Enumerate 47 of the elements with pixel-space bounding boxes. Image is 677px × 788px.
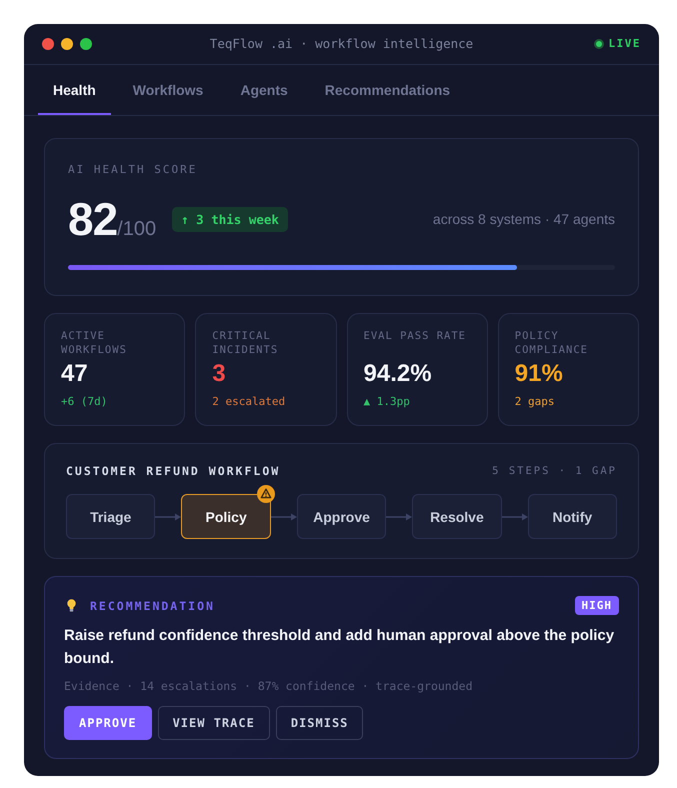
score-scale: /100 <box>117 218 156 241</box>
action-button[interactable]: VIEW TRACE <box>158 706 270 740</box>
status-dot-icon <box>594 38 604 49</box>
priority-badge: HIGH <box>574 596 619 615</box>
connector-arrow <box>502 512 528 520</box>
close-button[interactable] <box>42 38 54 50</box>
connector-arrow <box>270 512 297 520</box>
stat-value: 91% <box>514 359 564 389</box>
connector-arrow <box>155 512 182 520</box>
action-button[interactable]: DISMISS <box>276 706 364 740</box>
primary-action-button[interactable]: APPROVE <box>64 706 152 740</box>
workflow-step[interactable]: Policy <box>181 494 271 539</box>
stat-note: 2 escalated <box>212 395 286 408</box>
score-value: 82 <box>68 193 118 245</box>
workflow-step[interactable]: Resolve <box>412 494 502 539</box>
stat-label: CRITICAL INCIDENTS <box>212 329 280 357</box>
evidence-text: Evidence · 14 escalations · 87% confidence · trace-grounded <box>64 679 474 693</box>
stat-value: 3 <box>212 359 227 389</box>
stat-note: +6 (7d) <box>61 395 108 408</box>
stat-label: ACTIVE WORKFLOWS <box>61 329 128 357</box>
workflow-title: CUSTOMER REFUND WORKFLOW <box>66 464 280 478</box>
tab[interactable]: Workflows <box>118 64 218 115</box>
card-label: AI HEALTH SCORE <box>68 163 198 177</box>
window-title: TeqFlow .ai · workflow intelligence <box>210 36 474 52</box>
maximize-button[interactable] <box>80 38 92 50</box>
minimize-button[interactable] <box>61 38 73 50</box>
warning-icon <box>256 485 275 503</box>
connector-arrow <box>386 512 412 520</box>
stat-label: EVAL PASS RATE <box>364 329 468 344</box>
lightbulb-icon <box>67 599 76 612</box>
workflow-summary: 5 STEPS · 1 GAP <box>492 465 617 477</box>
tab[interactable]: Health <box>38 64 111 115</box>
recommendation-label: RECOMMENDATION <box>90 598 215 612</box>
tab[interactable]: Recommendations <box>310 64 466 115</box>
score-summary: across 8 systems · 47 agents <box>432 211 615 227</box>
recommendation-text: Raise refund confidence threshold and add human approval above the policy bound. <box>64 626 616 669</box>
workflow-step[interactable]: Notify <box>528 494 618 539</box>
stat-value: 47 <box>61 359 89 389</box>
trend-badge: ↑ 3 this week <box>172 206 288 232</box>
stat-label: POLICY COMPLIANCE <box>514 329 589 357</box>
tab[interactable]: Agents <box>225 64 303 115</box>
workflow-step[interactable]: Approve <box>296 494 386 539</box>
stat-note: 2 gaps <box>514 395 556 408</box>
live-status: LIVE <box>608 37 641 50</box>
workflow-step[interactable]: Triage <box>66 494 156 539</box>
stat-value: 94.2% <box>364 359 433 389</box>
stat-note: ▲ 1.3pp <box>364 395 411 408</box>
